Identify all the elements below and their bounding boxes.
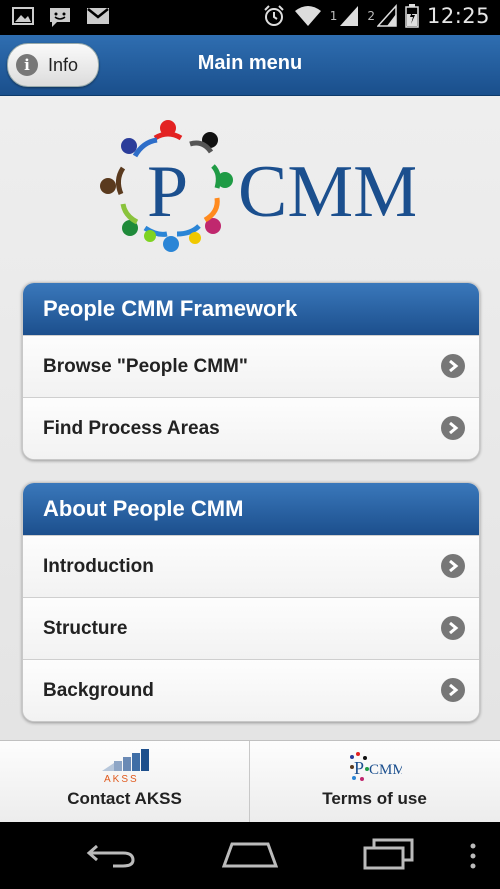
recent-apps-icon[interactable] [362,838,416,870]
main-content: P CMM People CMM Framework Browse "Peopl… [0,96,500,740]
list-item-label: Find Process Areas [43,417,220,439]
wifi-icon [294,6,321,26]
section-header: About People CMM [23,483,479,535]
akss-logo: AKSS [101,749,149,785]
picture-icon [12,7,34,25]
chevron-right-icon [441,616,465,640]
background-item[interactable]: Background [23,659,479,721]
framework-section: People CMM Framework Browse "People CMM"… [22,282,480,460]
system-nav-bar [0,822,500,889]
terms-of-use-button[interactable]: P CMM Terms of use [250,741,499,823]
signal-icon [376,4,397,27]
people-cmm-logo: P CMM [100,120,415,252]
clock: 12:25 [426,4,490,28]
structure-item[interactable]: Structure [23,597,479,659]
back-icon[interactable] [85,840,137,868]
logo-text: CMM [238,151,415,233]
alarm-icon [263,5,284,26]
browse-people-cmm-item[interactable]: Browse "People CMM" [23,335,479,397]
about-section: About People CMM Introduction Structure … [22,482,480,722]
status-bar: 1 2 12:25 [0,0,500,35]
sim2-label: 2 [367,9,375,23]
chevron-right-icon [441,554,465,578]
small-logo-text: CMM [369,762,402,778]
footer-bar: AKSS Contact AKSS P CMM Terms of use [0,740,500,823]
list-item-label: Introduction [43,555,154,577]
akss-logo-text: AKSS [104,774,139,785]
contact-akss-button[interactable]: AKSS Contact AKSS [0,741,249,823]
signal-icon [340,6,359,26]
app-header: i Info Main menu [0,35,500,96]
list-item-label: Browse "People CMM" [43,355,248,377]
small-logo-letter: P [354,758,364,778]
chevron-right-icon [441,678,465,702]
find-process-areas-item[interactable]: Find Process Areas [23,397,479,459]
sim1-label: 1 [329,9,338,23]
list-item-label: Structure [43,617,128,639]
people-cmm-small-logo: P CMM [349,752,402,781]
chat-icon [50,8,70,27]
page-title: Main menu [197,52,303,74]
battery-icon [405,4,419,28]
gmail-icon [87,8,109,24]
home-icon[interactable] [222,842,278,868]
introduction-item[interactable]: Introduction [23,535,479,597]
logo-letter: P [147,151,188,233]
section-header: People CMM Framework [23,283,479,335]
list-item-label: Background [43,679,154,701]
chevron-right-icon [441,354,465,378]
terms-of-use-label: Terms of use [322,789,427,808]
contact-akss-label: Contact AKSS [67,789,182,808]
overflow-menu-icon[interactable] [468,842,478,870]
chevron-right-icon [441,416,465,440]
